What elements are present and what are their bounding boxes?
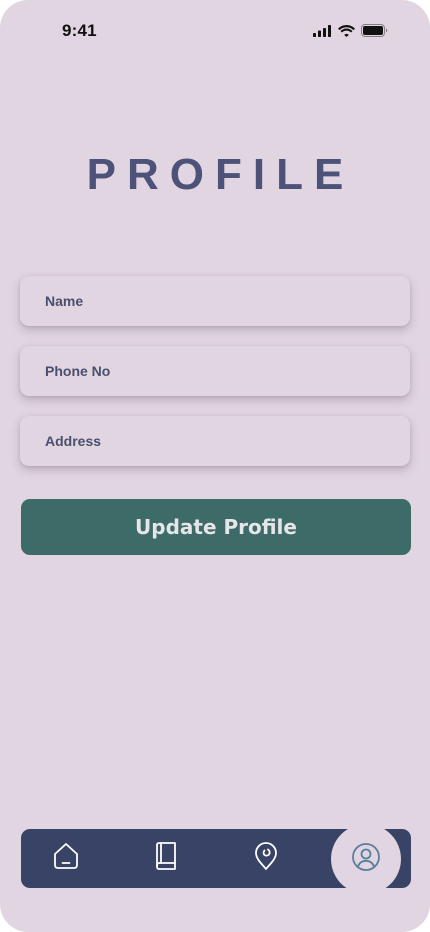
battery-icon bbox=[361, 24, 388, 37]
book-icon bbox=[153, 841, 179, 876]
phone-field bbox=[20, 346, 410, 396]
status-icons bbox=[313, 24, 388, 37]
status-bar: 9:41 bbox=[0, 0, 430, 64]
bottom-nav bbox=[21, 824, 411, 894]
nav-item-home[interactable] bbox=[36, 829, 96, 888]
name-input[interactable] bbox=[20, 276, 410, 326]
home-icon bbox=[51, 841, 81, 876]
update-profile-button[interactable]: Update Profile bbox=[21, 499, 411, 555]
location-pin-icon bbox=[253, 841, 279, 876]
nav-item-map[interactable] bbox=[236, 829, 296, 888]
cellular-signal-icon bbox=[313, 24, 332, 37]
phone-screen: 9:41 PROFILE Name Phone No Address Updat… bbox=[0, 0, 430, 932]
user-icon bbox=[351, 842, 381, 877]
name-field bbox=[20, 276, 410, 326]
status-time: 9:41 bbox=[62, 21, 97, 40]
address-field bbox=[20, 416, 410, 466]
nav-item-book[interactable] bbox=[136, 829, 196, 888]
page-title: PROFILE bbox=[86, 150, 355, 199]
nav-item-profile[interactable] bbox=[331, 824, 401, 894]
wifi-icon bbox=[338, 24, 355, 37]
address-input[interactable] bbox=[20, 416, 410, 466]
phone-input[interactable] bbox=[20, 346, 410, 396]
